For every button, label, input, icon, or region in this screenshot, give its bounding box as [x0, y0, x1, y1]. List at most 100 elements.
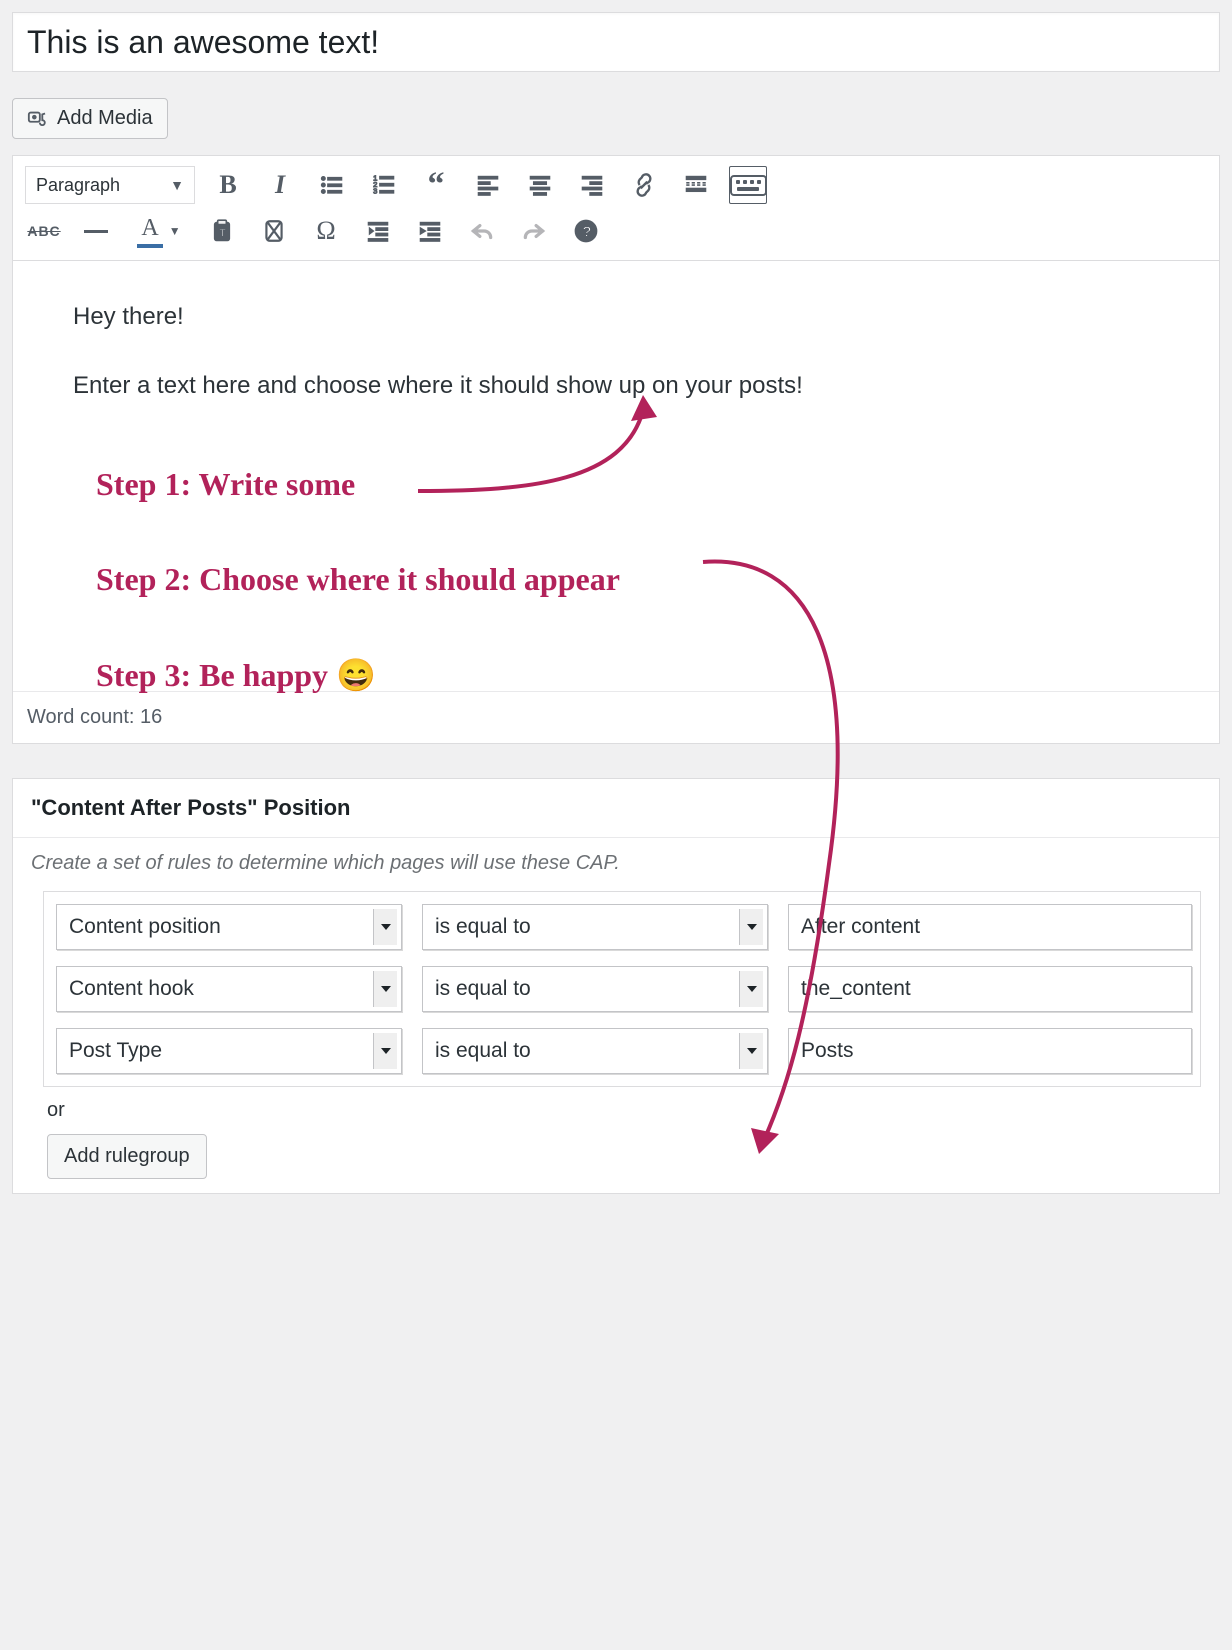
rule-param-label: Post Type — [69, 1039, 162, 1063]
add-media-button[interactable]: Add Media — [12, 98, 168, 139]
hr-button[interactable] — [77, 212, 115, 250]
ordered-list-button[interactable]: 1 2 3 — [365, 166, 403, 204]
help-icon: ? — [573, 218, 599, 244]
svg-text:?: ? — [582, 224, 591, 241]
svg-text:T: T — [219, 228, 226, 240]
cap-heading: "Content After Posts" Position — [13, 779, 1219, 838]
align-right-icon — [579, 172, 605, 198]
block-format-label: Paragraph — [36, 175, 120, 196]
editor: Paragraph ▼ B I — [12, 155, 1220, 744]
align-left-button[interactable] — [469, 166, 507, 204]
indent-button[interactable] — [411, 212, 449, 250]
word-count-label: Word count: 16 — [27, 706, 162, 728]
add-rulegroup-button[interactable]: Add rulegroup — [47, 1134, 207, 1179]
clear-formatting-icon — [261, 218, 287, 244]
rule-value-select[interactable]: After content — [788, 904, 1192, 950]
rule-op-label: is equal to — [435, 977, 531, 1001]
rule-param-label: Content position — [69, 915, 221, 939]
rule-value-select[interactable]: the_content — [788, 966, 1192, 1012]
strikethrough-icon: ABC — [27, 223, 60, 239]
textcolor-button[interactable]: A ▼ — [129, 212, 189, 250]
rule-op-select[interactable]: is equal to — [422, 904, 768, 950]
rule-param-select[interactable]: Content position — [56, 904, 402, 950]
toolbar-toggle-icon — [730, 175, 767, 196]
post-title-input[interactable] — [12, 12, 1220, 72]
align-center-button[interactable] — [521, 166, 559, 204]
paste-text-icon: T — [209, 218, 235, 244]
editor-footer: Word count: 16 — [13, 691, 1219, 743]
rule-value-select[interactable]: Posts — [788, 1028, 1192, 1074]
block-format-select[interactable]: Paragraph ▼ — [25, 166, 195, 204]
rule-row: Content hook is equal to the_content — [52, 958, 1192, 1020]
rule-value-label: After content — [801, 915, 1191, 939]
link-icon — [631, 172, 657, 198]
rule-param-label: Content hook — [69, 977, 194, 1001]
help-button[interactable]: ? — [567, 212, 605, 250]
outdent-icon — [365, 218, 391, 244]
chevron-down-icon — [739, 971, 763, 1007]
toolbar-toggle-button[interactable] — [729, 166, 767, 204]
insert-more-icon — [683, 172, 709, 198]
italic-button[interactable]: I — [261, 166, 299, 204]
undo-icon — [469, 218, 495, 244]
chevron-down-icon — [373, 1033, 397, 1069]
rule-param-select[interactable]: Content hook — [56, 966, 402, 1012]
chevron-down-icon: ▼ — [169, 224, 181, 238]
align-left-icon — [475, 172, 501, 198]
annotation-arrow-icon — [413, 391, 673, 511]
editor-content[interactable]: Hey there! Enter a text here and choose … — [13, 261, 1219, 691]
ordered-list-icon: 1 2 3 — [371, 172, 397, 198]
rule-op-select[interactable]: is equal to — [422, 1028, 768, 1074]
rule-op-select[interactable]: is equal to — [422, 966, 768, 1012]
undo-button[interactable] — [463, 212, 501, 250]
rule-op-label: is equal to — [435, 915, 531, 939]
redo-button[interactable] — [515, 212, 553, 250]
paste-text-button[interactable]: T — [203, 212, 241, 250]
align-center-icon — [527, 172, 553, 198]
rulegroup-or-label: or — [13, 1087, 1219, 1128]
rule-param-select[interactable]: Post Type — [56, 1028, 402, 1074]
unordered-list-icon — [319, 172, 345, 198]
chevron-down-icon: ▼ — [170, 177, 184, 193]
bold-icon: B — [219, 170, 236, 200]
bold-button[interactable]: B — [209, 166, 247, 204]
add-rulegroup-label: Add rulegroup — [64, 1145, 190, 1168]
editor-toolbar: Paragraph ▼ B I — [13, 156, 1219, 261]
unordered-list-button[interactable] — [313, 166, 351, 204]
redo-icon — [521, 218, 547, 244]
special-char-icon: Ω — [316, 216, 335, 246]
strikethrough-button[interactable]: ABC — [25, 212, 63, 250]
chevron-down-icon — [739, 1033, 763, 1069]
hr-icon — [84, 230, 108, 233]
editor-paragraph: Enter a text here and choose where it sh… — [73, 370, 1159, 402]
annotation-step: Step 3: Be happy 😄 — [96, 656, 620, 694]
rule-value-label: the_content — [801, 977, 1191, 1001]
annotation-step: Step 1: Write some — [96, 466, 620, 503]
special-char-button[interactable]: Ω — [307, 212, 345, 250]
camera-music-icon — [27, 108, 49, 130]
rule-row: Post Type is equal to Posts — [52, 1020, 1192, 1082]
svg-text:3: 3 — [373, 187, 377, 196]
rule-group: Content position is equal to After conte… — [43, 891, 1201, 1087]
cap-metabox: "Content After Posts" Position Create a … — [12, 778, 1220, 1194]
clear-formatting-button[interactable] — [255, 212, 293, 250]
italic-icon: I — [275, 170, 285, 200]
link-button[interactable] — [625, 166, 663, 204]
rule-op-label: is equal to — [435, 1039, 531, 1063]
rule-value-label: Posts — [801, 1039, 1191, 1063]
align-right-button[interactable] — [573, 166, 611, 204]
chevron-down-icon — [373, 971, 397, 1007]
textcolor-icon: A — [137, 215, 162, 248]
blockquote-icon: “ — [428, 180, 445, 190]
chevron-down-icon — [373, 909, 397, 945]
editor-paragraph: Hey there! — [73, 301, 1159, 333]
outdent-button[interactable] — [359, 212, 397, 250]
cap-description: Create a set of rules to determine which… — [13, 838, 1219, 885]
annotation-step: Step 2: Choose where it should appear — [96, 561, 620, 598]
add-media-label: Add Media — [57, 107, 153, 130]
insert-more-button[interactable] — [677, 166, 715, 204]
indent-icon — [417, 218, 443, 244]
rule-row: Content position is equal to After conte… — [52, 896, 1192, 958]
chevron-down-icon — [739, 909, 763, 945]
blockquote-button[interactable]: “ — [417, 166, 455, 204]
